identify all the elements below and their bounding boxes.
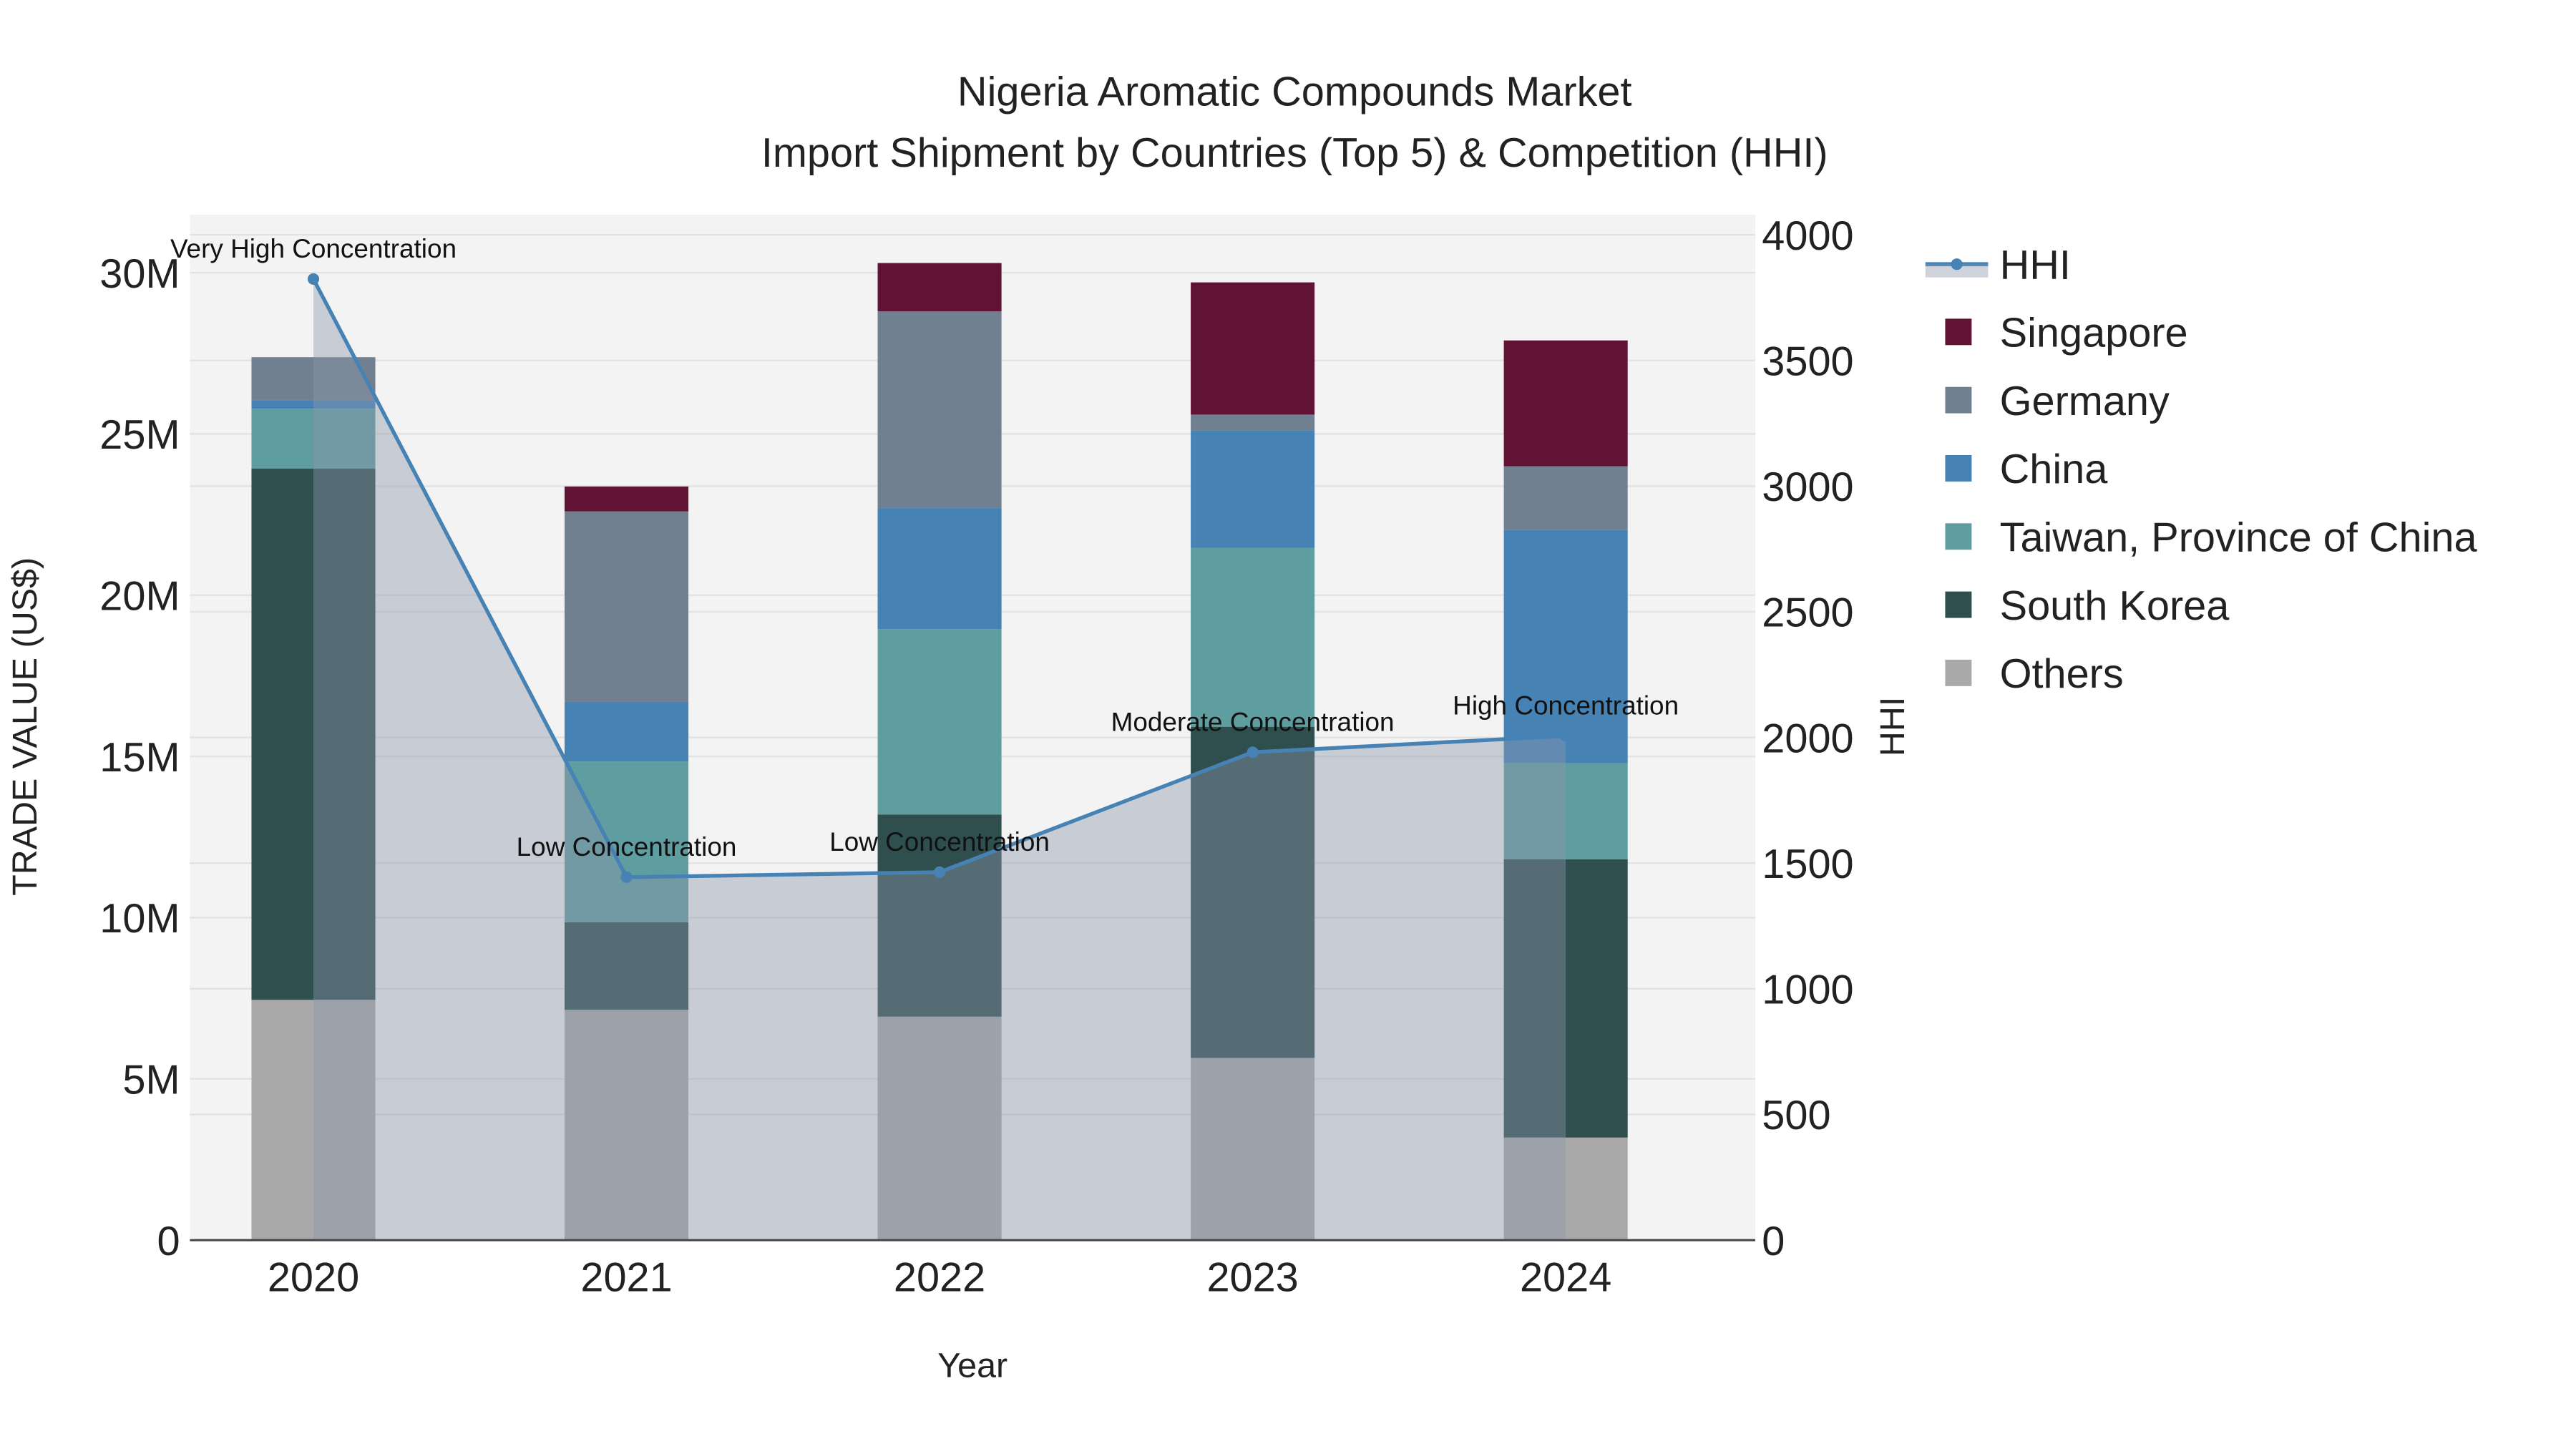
y2-tick-label: 500 — [1762, 1093, 1830, 1138]
y-tick-label: 10M — [99, 896, 180, 942]
legend-hhi-marker-icon — [1951, 258, 1963, 270]
y-axis-title: TRADE VALUE (US$) — [6, 557, 44, 896]
y2-tick-label: 3500 — [1762, 338, 1853, 384]
y-tick-label: 5M — [122, 1058, 180, 1103]
legend-label-hhi: HHI — [2000, 243, 2071, 288]
y-tick-label: 0 — [157, 1219, 180, 1264]
hhi-point-2021 — [620, 871, 633, 883]
legend-swatch-icon — [1945, 591, 1972, 618]
y-tick-label: 20M — [99, 574, 180, 620]
hhi-annotation: Low Concentration — [517, 832, 737, 862]
chart-subtitle: Import Shipment by Countries (Top 5) & C… — [761, 130, 1828, 176]
bar-taiwan-province-of-china-2022 — [877, 629, 1002, 815]
hhi-annotation: Moderate Concentration — [1111, 707, 1395, 736]
legend-swatch-icon — [1945, 455, 1972, 482]
bar-china-2024 — [1503, 530, 1628, 763]
x-axis-title: Year — [937, 1347, 1008, 1385]
bar-singapore-2021 — [565, 486, 689, 512]
y-tick-label: 15M — [99, 735, 180, 781]
y2-tick-label: 2500 — [1762, 590, 1853, 636]
x-tick-label: 2023 — [1206, 1255, 1298, 1301]
legend-swatch-icon — [1945, 659, 1972, 686]
y2-tick-label: 2000 — [1762, 716, 1853, 761]
y2-tick-label: 1000 — [1762, 967, 1853, 1013]
bar-germany-2024 — [1503, 466, 1628, 530]
x-tick-label: 2022 — [894, 1255, 985, 1301]
legend-label: Others — [2000, 651, 2124, 697]
legend-swatch-icon — [1945, 318, 1972, 346]
bar-taiwan-province-of-china-2023 — [1191, 547, 1315, 727]
legend-label: Germany — [2000, 379, 2170, 424]
y2-tick-label: 1500 — [1762, 841, 1853, 887]
x-tick-label: 2020 — [268, 1255, 359, 1301]
bar-china-2023 — [1191, 430, 1315, 548]
y2-tick-label: 0 — [1762, 1219, 1785, 1264]
legend-label: South Korea — [2000, 583, 2230, 629]
legend-label: Singapore — [2000, 311, 2188, 356]
bar-china-2022 — [877, 508, 1002, 630]
legend-swatch-icon — [1945, 386, 1972, 414]
bar-germany-2023 — [1191, 414, 1315, 431]
y-tick-label: 30M — [99, 251, 180, 297]
y2-tick-label: 4000 — [1762, 213, 1853, 259]
y-axis-ticks: 0 5M 10M 15M 20M 25M 30M — [99, 251, 180, 1264]
bar-germany-2022 — [877, 311, 1002, 509]
hhi-annotation: Low Concentration — [829, 827, 1050, 857]
y2-axis-ticks: 0 500 1000 1500 2000 2500 3000 3500 4000 — [1762, 213, 1853, 1264]
chart-title: Nigeria Aromatic Compounds Market — [957, 69, 1632, 115]
x-tick-label: 2021 — [580, 1255, 672, 1301]
hhi-annotation: Very High Concentration — [170, 234, 457, 263]
hhi-point-2023 — [1246, 746, 1259, 758]
x-axis-ticks: 2020 2021 2022 2023 2024 — [268, 1255, 1611, 1301]
legend-swatch-icon — [1945, 523, 1972, 550]
legend-label: China — [2000, 447, 2109, 492]
legend-label: Taiwan, Province of China — [2000, 515, 2478, 561]
bar-germany-2021 — [565, 511, 689, 702]
hhi-point-2022 — [934, 866, 946, 878]
chart: 0 5M 10M 15M 20M 25M 30M 0 500 1000 1500 2000 2500 3… — [6, 69, 2478, 1385]
bar-singapore-2023 — [1191, 282, 1315, 415]
bar-singapore-2024 — [1503, 340, 1628, 467]
y-tick-label: 25M — [99, 412, 180, 458]
hhi-point-2020 — [307, 273, 320, 285]
y2-axis-title: HHI — [1873, 697, 1912, 756]
x-tick-label: 2024 — [1520, 1255, 1611, 1301]
hhi-annotation: High Concentration — [1453, 691, 1679, 720]
y2-tick-label: 3000 — [1762, 464, 1853, 510]
legend: HHI Singapore Germany China Taiwan, Province… — [1925, 243, 2478, 697]
bar-singapore-2022 — [877, 263, 1002, 312]
bar-china-2021 — [565, 701, 689, 762]
hhi-point-2024 — [1560, 730, 1572, 742]
